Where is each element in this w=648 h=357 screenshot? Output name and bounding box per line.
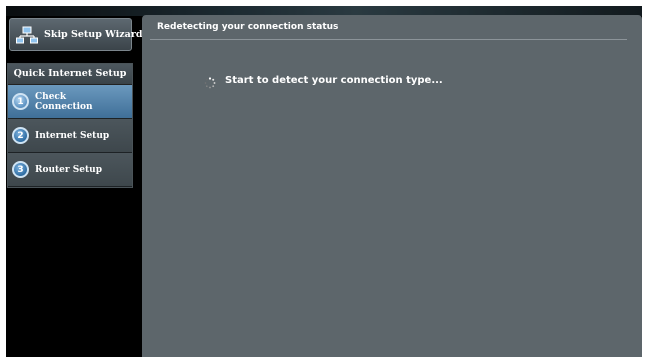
step-router-setup[interactable]: 3 Router Setup — [8, 153, 132, 187]
main-content-panel: Redetecting your connection status Start… — [142, 15, 642, 357]
sidebar-background — [6, 188, 136, 357]
detection-status: Start to detect your connection type... — [204, 74, 443, 89]
step-number-badge: 1 — [12, 93, 29, 110]
step-label: Check Connection — [35, 91, 93, 112]
skip-setup-wizard-button[interactable]: Skip Setup Wizard — [9, 18, 142, 51]
step-number-badge: 2 — [12, 127, 29, 144]
step-label: Internet Setup — [35, 130, 110, 141]
step-number-badge: 3 — [12, 161, 29, 178]
quick-setup-title: Quick Internet Setup — [8, 64, 132, 85]
loading-spinner-icon — [204, 74, 216, 89]
status-message: Start to detect your connection type... — [225, 74, 443, 86]
network-icon — [16, 26, 38, 44]
step-internet-setup[interactable]: 2 Internet Setup — [8, 119, 132, 153]
router-setup-window: Skip Setup Wizard Quick Internet Setup 1… — [6, 6, 642, 357]
step-label: Router Setup — [35, 164, 103, 175]
step-check-connection[interactable]: 1 Check Connection — [8, 85, 132, 119]
page-title: Redetecting your connection status — [157, 22, 339, 32]
skip-setup-wizard-label: Skip Setup Wizard — [44, 29, 143, 40]
title-divider — [150, 39, 627, 40]
quick-setup-panel: Quick Internet Setup 1 Check Connection … — [7, 63, 133, 188]
